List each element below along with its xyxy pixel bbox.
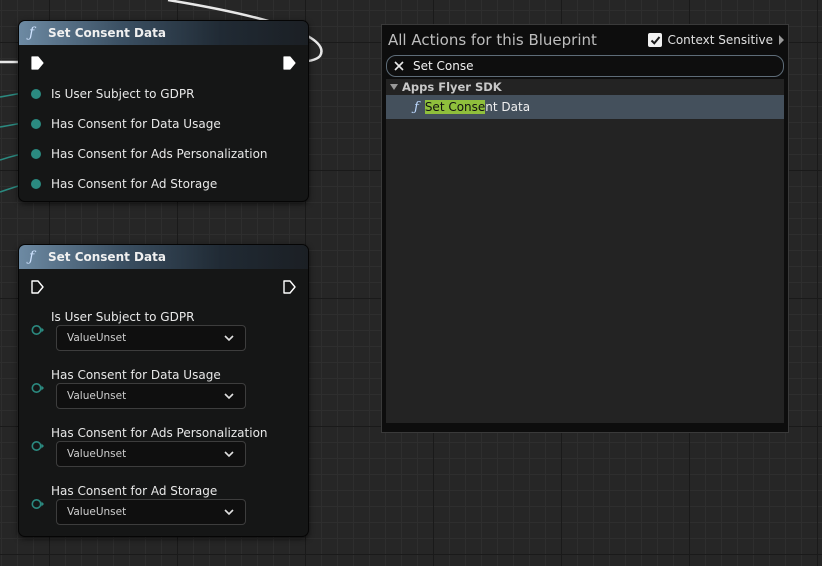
- input-pin-row[interactable]: Is User Subject to GDPR: [31, 87, 194, 101]
- pin-label: Has Consent for Ads Personalization: [51, 426, 268, 440]
- enum-dropdown[interactable]: ValueUnset: [56, 383, 246, 409]
- checkmark-icon: [650, 35, 661, 45]
- action-menu-header: All Actions for this Blueprint Context S…: [386, 25, 784, 55]
- enum-dropdown[interactable]: ValueUnset: [56, 441, 246, 467]
- pin-label: Is User Subject to GDPR: [51, 310, 195, 324]
- unconnected-pin-icon[interactable]: [31, 498, 45, 510]
- dropdown-value: ValueUnset: [67, 332, 127, 344]
- enum-dropdown[interactable]: ValueUnset: [56, 499, 246, 525]
- chevron-down-icon: [224, 335, 234, 342]
- input-pin-row[interactable]: Has Consent for Ads Personalization: [31, 147, 268, 161]
- results-tree: Apps Flyer SDK ƒ Set Consent Data: [386, 79, 784, 423]
- expand-arrow-icon[interactable]: [779, 35, 784, 45]
- context-sensitive-checkbox[interactable]: [648, 33, 663, 47]
- result-label: Set Consent Data: [424, 100, 531, 114]
- context-sensitive-label: Context Sensitive: [667, 33, 773, 47]
- exec-out-pin-icon[interactable]: [283, 280, 296, 294]
- connected-pin-icon[interactable]: [31, 89, 41, 99]
- function-icon: ƒ: [29, 25, 35, 41]
- connected-pin-icon[interactable]: [31, 119, 41, 129]
- collapse-arrow-icon[interactable]: [390, 84, 398, 90]
- pin-label: Is User Subject to GDPR: [51, 87, 195, 101]
- pin-label: Has Consent for Ads Personalization: [51, 147, 268, 161]
- unconnected-pin-icon[interactable]: [31, 440, 45, 452]
- unconnected-pin-icon[interactable]: [31, 382, 45, 394]
- pin-label: Has Consent for Ad Storage: [51, 177, 218, 191]
- chevron-down-icon: [224, 451, 234, 458]
- connected-pin-icon[interactable]: [31, 179, 41, 189]
- enum-dropdown[interactable]: ValueUnset: [56, 325, 246, 351]
- search-box[interactable]: Set Conse: [386, 55, 784, 77]
- dropdown-value: ValueUnset: [67, 506, 127, 518]
- node-title: Set Consent Data: [48, 250, 166, 264]
- pin-label: Has Consent for Ad Storage: [51, 484, 218, 498]
- exec-in-pin-icon[interactable]: [31, 280, 44, 294]
- input-pin-row[interactable]: Has Consent for Data Usage: [31, 117, 221, 131]
- result-item-set-consent-data[interactable]: ƒ Set Consent Data: [386, 95, 784, 119]
- action-menu-panel: All Actions for this Blueprint Context S…: [381, 24, 789, 433]
- input-pin-row[interactable]: Has Consent for Ad Storage: [31, 177, 217, 191]
- node-header[interactable]: ƒ Set Consent Data: [19, 245, 308, 269]
- category-row[interactable]: Apps Flyer SDK: [386, 79, 784, 95]
- search-input[interactable]: Set Conse: [413, 59, 473, 73]
- exec-out-pin-icon[interactable]: [283, 56, 296, 70]
- set-consent-data-node-connected[interactable]: ƒ Set Consent Data Is User Subject to GD…: [18, 20, 309, 202]
- search-match-highlight: Set Conse: [424, 100, 486, 114]
- action-menu-title: All Actions for this Blueprint: [388, 31, 597, 49]
- context-sensitive-toggle[interactable]: Context Sensitive: [648, 33, 784, 47]
- dropdown-value: ValueUnset: [67, 448, 127, 460]
- node-title: Set Consent Data: [48, 26, 166, 40]
- result-label-rest: nt Data: [485, 100, 531, 114]
- pin-label: Has Consent for Data Usage: [51, 368, 221, 382]
- pin-label: Has Consent for Data Usage: [51, 117, 221, 131]
- chevron-down-icon: [224, 509, 234, 516]
- dropdown-value: ValueUnset: [67, 390, 127, 402]
- clear-search-icon[interactable]: [393, 60, 405, 72]
- unconnected-pin-icon[interactable]: [31, 324, 45, 336]
- connected-pin-icon[interactable]: [31, 149, 41, 159]
- node-header[interactable]: ƒ Set Consent Data: [19, 21, 308, 45]
- set-consent-data-node-unconnected[interactable]: ƒ Set Consent Data Is User Subject to GD…: [18, 244, 309, 537]
- chevron-down-icon: [224, 393, 234, 400]
- function-icon: ƒ: [29, 249, 35, 265]
- category-label: Apps Flyer SDK: [402, 80, 502, 94]
- exec-in-pin-icon[interactable]: [31, 56, 44, 70]
- function-icon: ƒ: [414, 99, 419, 115]
